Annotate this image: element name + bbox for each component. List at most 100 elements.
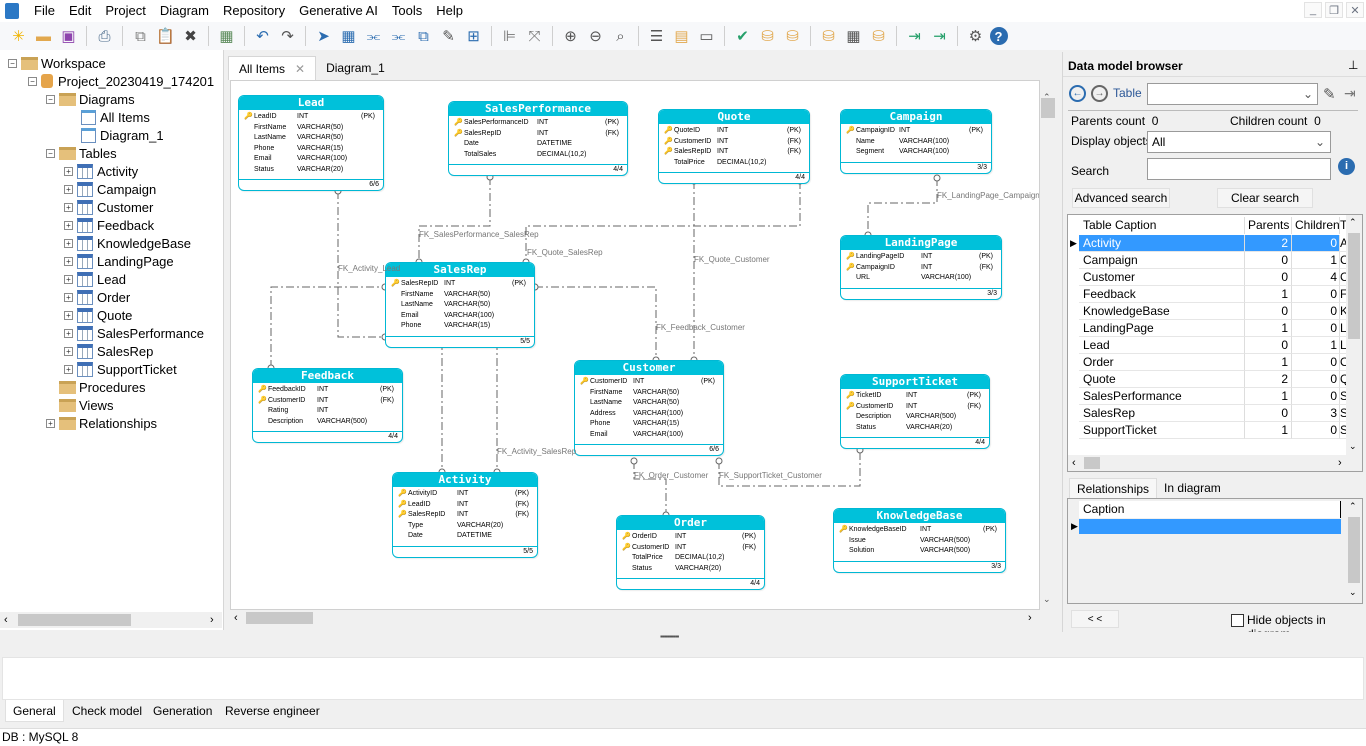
scroll-thumb[interactable] <box>246 612 313 624</box>
paste-icon[interactable]: 📋 <box>155 25 177 47</box>
menu-file[interactable]: File <box>27 0 62 22</box>
fit-icon[interactable]: ⤧ <box>524 25 546 47</box>
new-table-icon[interactable]: ▦ <box>216 25 238 47</box>
close-tab-icon[interactable]: ✕ <box>295 57 305 81</box>
entity-field[interactable]: 🔑 CustomerID INT (FK) <box>841 402 989 413</box>
entity-field[interactable]: Email VARCHAR(100) <box>575 430 723 441</box>
scroll-thumb[interactable] <box>1084 457 1100 469</box>
zoom-in-icon[interactable]: ⊕ <box>560 25 582 47</box>
search-input[interactable] <box>1147 158 1331 180</box>
tree-table-supportticket[interactable]: + SupportTicket <box>64 360 177 378</box>
relationship-label[interactable]: FK_Quote_SalesRep <box>527 248 603 257</box>
tree-diagram-diagram_1[interactable]: Diagram_1 <box>68 126 164 144</box>
entity-field[interactable]: Phone VARCHAR(15) <box>386 321 534 332</box>
canvas-horizontal-scrollbar[interactable]: ‹ › <box>230 610 1040 626</box>
grid-row[interactable]: SalesPerformance 1 0 S <box>1079 388 1348 405</box>
menu-repository[interactable]: Repository <box>216 0 292 22</box>
entity-activity[interactable]: Activity 🔑 ActivityID INT (PK) 🔑 LeadID INT (FK)… <box>392 472 538 558</box>
identifying-relationship-icon[interactable]: ⫘ <box>388 25 410 47</box>
relationship-label[interactable]: FK_Order_Customer <box>634 471 708 480</box>
expand-icon[interactable]: + <box>64 292 73 302</box>
relationship-line[interactable] <box>718 450 861 487</box>
info-icon[interactable]: i <box>1338 158 1355 175</box>
entity-field[interactable]: Segment VARCHAR(100) <box>841 147 991 158</box>
entity-field[interactable]: Date DATETIME <box>393 531 537 542</box>
entity-knowledgebase[interactable]: KnowledgeBase 🔑 KnowledgeBaseID INT (PK) Issu… <box>833 508 1006 573</box>
entity-quote[interactable]: Quote 🔑 QuoteID INT (PK) 🔑 CustomerID INT (FK) 🔑 S… <box>658 109 810 184</box>
entity-field[interactable]: Phone VARCHAR(15) <box>575 419 723 430</box>
table-tool-icon[interactable]: ▦ <box>338 25 360 47</box>
grid-horizontal-scrollbar[interactable]: ‹ › <box>1068 455 1362 471</box>
select-pointer-icon[interactable]: ➤ <box>313 25 335 47</box>
table-doc-icon[interactable]: ▦ <box>843 25 865 47</box>
entity-field[interactable]: URL VARCHAR(100) <box>841 273 1001 284</box>
entity-field[interactable]: 🔑 CampaignID INT (PK) <box>841 126 991 137</box>
grid-row[interactable]: Customer 0 4 C <box>1079 269 1348 286</box>
bottom-tab-check-model[interactable]: Check model <box>65 700 149 722</box>
relationship-line[interactable] <box>633 461 667 515</box>
menu-tools[interactable]: Tools <box>385 0 429 22</box>
subtab-relationships[interactable]: Relationships <box>1069 478 1158 498</box>
grid-row[interactable]: Lead 0 1 L <box>1079 337 1348 354</box>
redo-icon[interactable]: ↷ <box>277 25 299 47</box>
scroll-thumb[interactable] <box>18 614 131 626</box>
entity-field[interactable]: Email VARCHAR(100) <box>239 154 383 165</box>
tree-diagrams[interactable]: − Diagrams <box>46 90 135 108</box>
scroll-down-icon[interactable]: ⌄ <box>1349 441 1357 452</box>
pin-icon[interactable]: ⊥ <box>1348 58 1358 72</box>
entity-field[interactable]: 🔑 CustomerID INT (FK) <box>659 137 809 148</box>
help-icon[interactable]: ? <box>989 27 1008 45</box>
splitter-grip[interactable]: ▪▪▪▪▪▪▪▪▪▪ <box>660 632 679 641</box>
entity-field[interactable]: 🔑 LandingPageID INT (PK) <box>841 252 1001 263</box>
collapse-icon[interactable]: − <box>46 148 55 158</box>
tab-diagram_1[interactable]: Diagram_1 <box>316 56 395 80</box>
grid-row[interactable]: Activity 2 0 A ▶ <box>1070 235 1348 252</box>
entity-salesrep[interactable]: SalesRep 🔑 SalesRepID INT (PK) FirstName VARCH… <box>385 262 535 348</box>
tree-table-landingpage[interactable]: + LandingPage <box>64 252 174 270</box>
scroll-up-icon[interactable]: ⌃ <box>1349 217 1357 228</box>
tree-tables[interactable]: − Tables <box>46 144 117 162</box>
open-folder-icon[interactable]: ▬ <box>33 25 55 47</box>
entity-lead[interactable]: Lead 🔑 LeadID INT (PK) FirstName VARCHAR(50) La… <box>238 95 384 191</box>
entity-field[interactable]: 🔑 CustomerID INT (PK) <box>575 377 723 388</box>
selected-row[interactable] <box>1079 519 1341 534</box>
tree-views[interactable]: Views <box>46 396 113 414</box>
menu-diagram[interactable]: Diagram <box>153 0 216 22</box>
generate-db-icon[interactable]: ⛁ <box>757 25 779 47</box>
edit-pencil-icon[interactable]: ✎ <box>1323 85 1336 103</box>
layout-grid-icon[interactable]: ⊞ <box>463 25 485 47</box>
hide-objects-checkbox[interactable] <box>1231 614 1244 627</box>
expand-icon[interactable]: + <box>64 184 73 194</box>
relationship-label[interactable]: FK_Feedback_Customer <box>656 323 745 332</box>
entity-campaign[interactable]: Campaign 🔑 CampaignID INT (PK) Name VARCHAR(10… <box>840 109 992 174</box>
entity-field[interactable]: 🔑 LeadID INT (PK) <box>239 112 383 123</box>
relationship-line[interactable] <box>418 177 491 262</box>
expand-icon[interactable]: + <box>64 220 73 230</box>
tree-workspace[interactable]: − Workspace <box>8 54 106 72</box>
entity-field[interactable]: Type VARCHAR(20) <box>393 521 537 532</box>
collapse-icon[interactable]: − <box>8 58 17 68</box>
import-db-icon[interactable]: ⇥ <box>904 25 926 47</box>
restore-button[interactable]: ❐ <box>1325 2 1343 18</box>
entity-supportticket[interactable]: SupportTicket 🔑 TicketID INT (PK) 🔑 CustomerID… <box>840 374 990 449</box>
scroll-right-icon[interactable]: › <box>210 614 214 626</box>
relationship-label[interactable]: FK_LandingPage_Campaign <box>937 191 1039 200</box>
close-button[interactable]: ✕ <box>1346 2 1364 18</box>
tree-table-activity[interactable]: + Activity <box>64 162 138 180</box>
subgrid-vertical-scrollbar[interactable]: ⌃ ⌄ <box>1346 499 1362 603</box>
tree-table-campaign[interactable]: + Campaign <box>64 180 156 198</box>
relationship-line[interactable] <box>535 286 657 360</box>
grid-vertical-scrollbar[interactable]: ⌃ ⌄ <box>1346 215 1362 455</box>
entity-field[interactable]: LastName VARCHAR(50) <box>386 300 534 311</box>
expand-icon[interactable]: + <box>64 310 73 320</box>
expand-icon[interactable]: + <box>64 202 73 212</box>
undo-icon[interactable]: ↶ <box>252 25 274 47</box>
tree-table-knowledgebase[interactable]: + KnowledgeBase <box>64 234 191 252</box>
tree-horizontal-scrollbar[interactable]: ‹ › <box>0 612 222 628</box>
collapse-icon[interactable]: − <box>28 76 37 86</box>
entity-field[interactable]: Description VARCHAR(500) <box>841 412 989 423</box>
entity-field[interactable]: TotalSales DECIMAL(10,2) <box>449 150 627 161</box>
collapse-panel-button[interactable]: < < <box>1071 610 1119 628</box>
relationship-label[interactable]: FK_SupportTicket_Customer <box>719 471 822 480</box>
entity-field[interactable]: TotalPrice DECIMAL(10,2) <box>617 553 764 564</box>
